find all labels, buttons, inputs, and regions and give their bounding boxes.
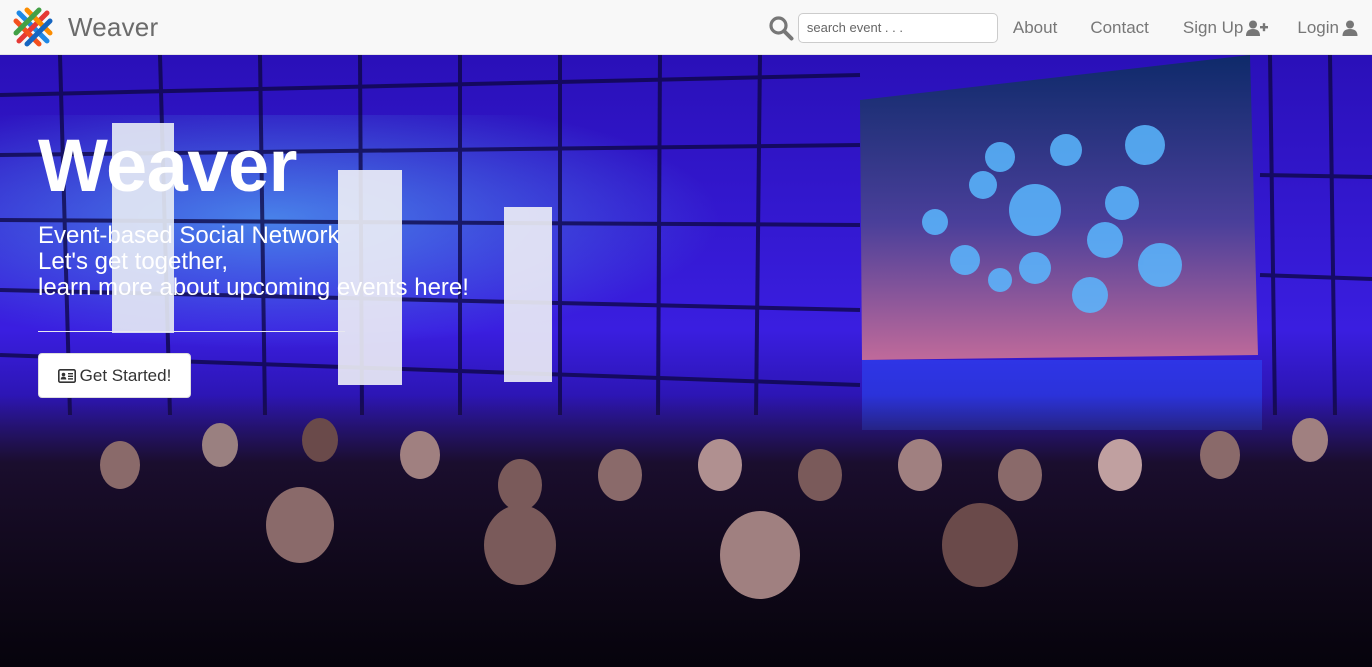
nav-about-label: About (1012, 17, 1058, 37)
search-input[interactable] (797, 12, 998, 43)
nav-right: About Contact Sign Up Login (768, 0, 1372, 55)
nav-signup-link[interactable]: Sign Up (1182, 17, 1269, 38)
nav-login-label: Login (1297, 17, 1339, 37)
hero-subtitle-line: Event-based Social Network (38, 222, 340, 249)
user-icon (1342, 20, 1358, 36)
weaver-logo-icon (13, 7, 53, 47)
search-icon[interactable] (768, 15, 794, 41)
nav-about-link[interactable]: About (1013, 18, 1057, 38)
hero-subtitle-line: Let's get together, (38, 248, 229, 275)
hero-divider (38, 331, 345, 332)
brand-name: Weaver (68, 11, 159, 42)
hero-title: Weaver (38, 124, 297, 207)
hero-subtitle: Event-based Social Network Let's get tog… (38, 223, 558, 301)
navbar: Weaver About Contact Sign Up Login (0, 0, 1372, 55)
nav-contact-label: Contact (1090, 17, 1149, 37)
id-card-icon (57, 368, 76, 383)
get-started-label: Get Started! (79, 365, 172, 385)
nav-contact-link[interactable]: Contact (1090, 18, 1149, 38)
nav-signup-label: Sign Up (1182, 17, 1244, 37)
hero-subtitle-line: learn more about upcoming events here! (38, 274, 469, 301)
nav-login-link[interactable]: Login (1297, 18, 1358, 38)
user-plus-icon (1246, 20, 1269, 36)
brand-link[interactable]: Weaver (13, 7, 158, 47)
get-started-button[interactable]: Get Started! (38, 353, 191, 398)
hero-section: Weaver Event-based Social Network Let's … (0, 55, 1372, 667)
